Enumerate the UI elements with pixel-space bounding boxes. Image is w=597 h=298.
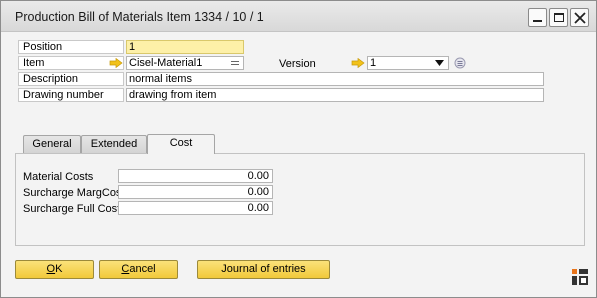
version-label: Version [279,58,316,70]
close-icon [574,12,586,24]
surcharge-full-cost-label: Surcharge Full Cost [23,203,121,215]
close-button[interactable] [570,8,589,27]
item-field[interactable]: Cisel-Material1 [126,56,244,70]
title-bar[interactable]: Production Bill of Materials Item 1334 /… [1,1,596,32]
ok-button-accel: O [46,263,56,275]
choose-from-list-icon[interactable] [231,61,239,65]
cost-tab-panel [15,153,585,246]
maximize-icon [554,13,564,22]
version-dropdown[interactable]: 1 [367,56,449,70]
drawing-number-field[interactable]: drawing from item [126,88,544,102]
item-value: Cisel-Material1 [129,57,203,69]
position-field[interactable]: 1 [126,40,244,54]
cancel-button[interactable]: Cancel [99,260,178,279]
version-link-arrow-icon[interactable] [351,58,365,68]
resize-grip-icon[interactable] [572,269,588,285]
tab-cost[interactable]: Cost [147,134,215,154]
info-icon[interactable] [454,57,466,69]
surcharge-full-cost-field[interactable]: 0.00 [118,201,273,215]
tab-general[interactable]: General [23,135,81,153]
ok-button-label: K [55,263,63,275]
window-title: Production Bill of Materials Item 1334 /… [15,10,264,24]
surcharge-margcost-field[interactable]: 0.00 [118,185,273,199]
drawing-number-label: Drawing number [18,88,124,102]
ok-button[interactable]: OK [15,260,94,279]
description-field[interactable]: normal items [126,72,544,86]
surcharge-margcost-label: Surcharge MargCost [23,187,125,199]
tab-extended[interactable]: Extended [81,135,147,153]
minimize-button[interactable] [528,8,547,27]
minimize-icon [533,20,542,22]
maximize-button[interactable] [549,8,568,27]
link-arrow-icon[interactable] [109,58,123,68]
chevron-down-icon [435,60,444,66]
description-label: Description [18,72,124,86]
cancel-button-label: ancel [129,263,156,275]
journal-of-entries-button[interactable]: Journal of entries [197,260,330,279]
version-value: 1 [370,57,377,69]
position-label: Position [18,40,124,54]
material-costs-field[interactable]: 0.00 [118,169,273,183]
bom-item-window: Production Bill of Materials Item 1334 /… [0,0,597,298]
material-costs-label: Material Costs [23,171,94,183]
